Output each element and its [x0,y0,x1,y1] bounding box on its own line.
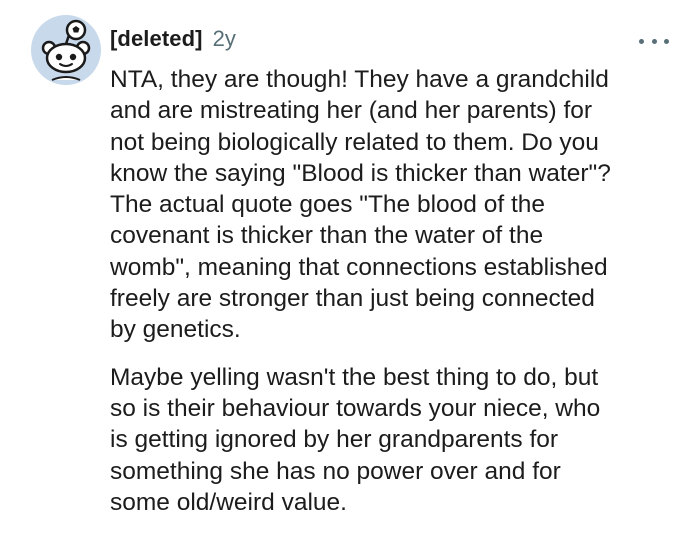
comment-body: NTA, they are though! They have a grandc… [110,64,690,518]
more-options-icon[interactable] [639,36,669,46]
comment-age: 2y [212,26,236,51]
more-dot [639,38,644,44]
comment: [deleted] 2y NTA, they are though! They … [0,0,700,556]
comment-header: [deleted] 2y [110,26,236,52]
snoo-avatar-icon[interactable] [30,14,102,86]
username-link[interactable]: [deleted] [110,26,203,52]
comment-paragraph: NTA, they are though! They have a grandc… [110,66,611,344]
comment-paragraph: Maybe yelling wasn't the best thing to d… [110,363,601,516]
more-dot [664,38,669,44]
more-dot [651,38,657,44]
